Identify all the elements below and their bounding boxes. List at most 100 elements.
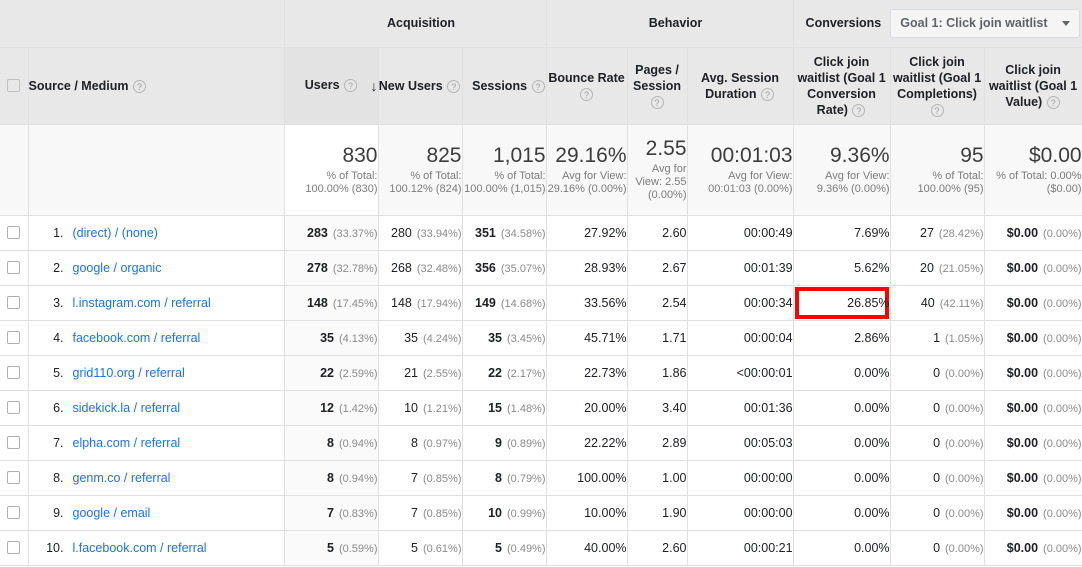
row-select-cell[interactable]: [0, 425, 29, 461]
row-select-cell[interactable]: [0, 250, 29, 286]
row-checkbox[interactable]: [7, 471, 21, 484]
analytics-data-table: Acquisition Behavior Conversions Goal 1:…: [0, 0, 1082, 566]
new-users-cell: 8 (0.97%): [378, 425, 463, 461]
help-icon[interactable]: ?: [760, 87, 774, 101]
users-percent: (0.59%): [338, 542, 378, 555]
source-medium-link[interactable]: genm.co / referral: [73, 471, 171, 485]
select-all-header[interactable]: [0, 47, 29, 125]
summary-completions: 95 % of Total: 100.00% (95): [890, 124, 985, 216]
source-medium-cell: 9. google / email: [28, 495, 285, 531]
completions-value: 1: [933, 330, 941, 345]
column-header-avg-duration[interactable]: Avg. Session Duration ?: [687, 47, 794, 125]
conversion-rate-value: 0.00%: [854, 505, 890, 520]
row-select-cell[interactable]: [0, 355, 29, 391]
row-index: 1.: [53, 225, 64, 240]
summary-goal-value: $0.00 % of Total: 0.00% ($0.00): [984, 124, 1082, 216]
column-header-pages-session[interactable]: Pages / Session ?: [627, 47, 688, 125]
row-select-cell[interactable]: [0, 390, 29, 426]
users-cell: 12 (1.42%): [284, 390, 379, 426]
completions-percent: (28.42%): [938, 227, 984, 240]
completions-percent: (0.00%): [945, 367, 984, 380]
new-users-percent: (33.94%): [416, 227, 462, 240]
new-users-percent: (32.48%): [416, 262, 462, 275]
completions-cell: 27 (28.42%): [890, 215, 985, 251]
source-medium-link[interactable]: sidekick.la / referral: [73, 401, 181, 415]
table-row: 10. l.facebook.com / referral 5 (0.59%) 5 (0.…: [0, 530, 1082, 566]
source-medium-link[interactable]: facebook.com / referral: [73, 331, 201, 345]
source-medium-link[interactable]: google / organic: [73, 261, 162, 275]
conversion-rate-value: 5.62%: [854, 260, 890, 275]
column-header-conversion-rate[interactable]: Click join waitlist (Goal 1 Conversion R…: [793, 47, 891, 125]
source-medium-link[interactable]: grid110.org / referral: [73, 366, 185, 380]
row-select-cell[interactable]: [0, 285, 29, 321]
sessions-cell: 5 (0.49%): [462, 530, 547, 566]
avg-duration-cell: 00:01:39: [687, 250, 794, 286]
conversion-rate-value: 7.69%: [854, 225, 890, 240]
help-icon[interactable]: ?: [650, 95, 664, 109]
goal-select-dropdown[interactable]: Goal 1: Click join waitlist: [890, 8, 1080, 38]
completions-cell: 0 (0.00%): [890, 530, 985, 566]
row-checkbox[interactable]: [7, 436, 21, 449]
help-icon[interactable]: ?: [852, 103, 866, 117]
row-checkbox[interactable]: [7, 506, 21, 519]
help-icon[interactable]: ?: [580, 87, 594, 101]
users-percent: (1.42%): [338, 402, 378, 415]
sessions-value: 22: [488, 365, 502, 380]
column-header-goal-value[interactable]: Click join waitlist (Goal 1 Value) ?: [984, 47, 1082, 125]
users-cell: 8 (0.94%): [284, 460, 379, 496]
row-select-cell[interactable]: [0, 495, 29, 531]
sort-descending-icon[interactable]: ↓: [371, 78, 378, 94]
help-icon[interactable]: ?: [930, 103, 944, 117]
row-checkbox[interactable]: [7, 366, 21, 379]
row-checkbox[interactable]: [7, 296, 21, 309]
row-checkbox[interactable]: [7, 541, 21, 554]
users-percent: (0.94%): [338, 437, 378, 450]
row-select-cell[interactable]: [0, 460, 29, 496]
conversion-rate-value: 2.86%: [854, 330, 890, 345]
users-value: 278: [307, 260, 328, 275]
column-header-bounce-rate[interactable]: Bounce Rate ?: [546, 47, 628, 125]
row-checkbox[interactable]: [7, 331, 21, 344]
column-header-completions[interactable]: Click join waitlist (Goal 1 Completions)…: [890, 47, 985, 125]
conversion-rate-cell: 0.00%: [793, 460, 891, 496]
completions-percent: (1.05%): [945, 332, 984, 345]
row-checkbox[interactable]: [7, 401, 21, 414]
help-icon[interactable]: ?: [344, 79, 358, 93]
pages-session-cell: 1.00: [627, 460, 688, 496]
sessions-cell: 22 (2.17%): [462, 355, 547, 391]
column-header-sessions[interactable]: Sessions ?: [462, 47, 547, 125]
acquisition-label: Acquisition: [386, 16, 456, 31]
column-header-users[interactable]: Users ? ↓: [284, 47, 379, 125]
goal-value-cell: $0.00 (0.00%): [984, 250, 1082, 286]
source-medium-link[interactable]: (direct) / (none): [73, 226, 158, 240]
row-select-cell[interactable]: [0, 530, 29, 566]
summary-pages-session-value: 2.55: [645, 137, 687, 160]
conversion-rate-cell: 5.62%: [793, 250, 891, 286]
help-icon[interactable]: ?: [531, 79, 545, 93]
users-cell: 22 (2.59%): [284, 355, 379, 391]
help-icon[interactable]: ?: [133, 79, 147, 93]
row-checkbox[interactable]: [7, 226, 21, 239]
help-icon[interactable]: ?: [1046, 95, 1060, 109]
column-header-source-medium[interactable]: Source / Medium ?: [28, 47, 285, 125]
summary-pages-session: 2.55 Avg for View: 2.55 (0.00%): [627, 124, 688, 216]
source-medium-link[interactable]: google / email: [73, 506, 151, 520]
row-checkbox[interactable]: [7, 261, 21, 274]
column-header-new-users[interactable]: New Users ?: [378, 47, 463, 125]
sessions-value: 356: [475, 260, 496, 275]
completions-percent: (0.00%): [945, 542, 984, 555]
users-value: 283: [307, 225, 328, 240]
help-icon[interactable]: ?: [447, 79, 461, 93]
row-select-cell[interactable]: [0, 215, 29, 251]
source-medium-link[interactable]: l.instagram.com / referral: [73, 296, 211, 310]
new-users-value: 8: [411, 435, 418, 450]
row-select-cell[interactable]: [0, 320, 29, 356]
sessions-percent: (1.48%): [506, 402, 546, 415]
source-medium-cell: 7. elpha.com / referral: [28, 425, 285, 461]
row-index: 3.: [53, 295, 64, 310]
select-all-checkbox[interactable]: [7, 79, 21, 92]
source-medium-link[interactable]: elpha.com / referral: [73, 436, 181, 450]
source-medium-link[interactable]: l.facebook.com / referral: [73, 541, 207, 555]
summary-completions-note: % of Total: 100.00% (95): [917, 169, 984, 195]
new-users-cell: 7 (0.85%): [378, 460, 463, 496]
